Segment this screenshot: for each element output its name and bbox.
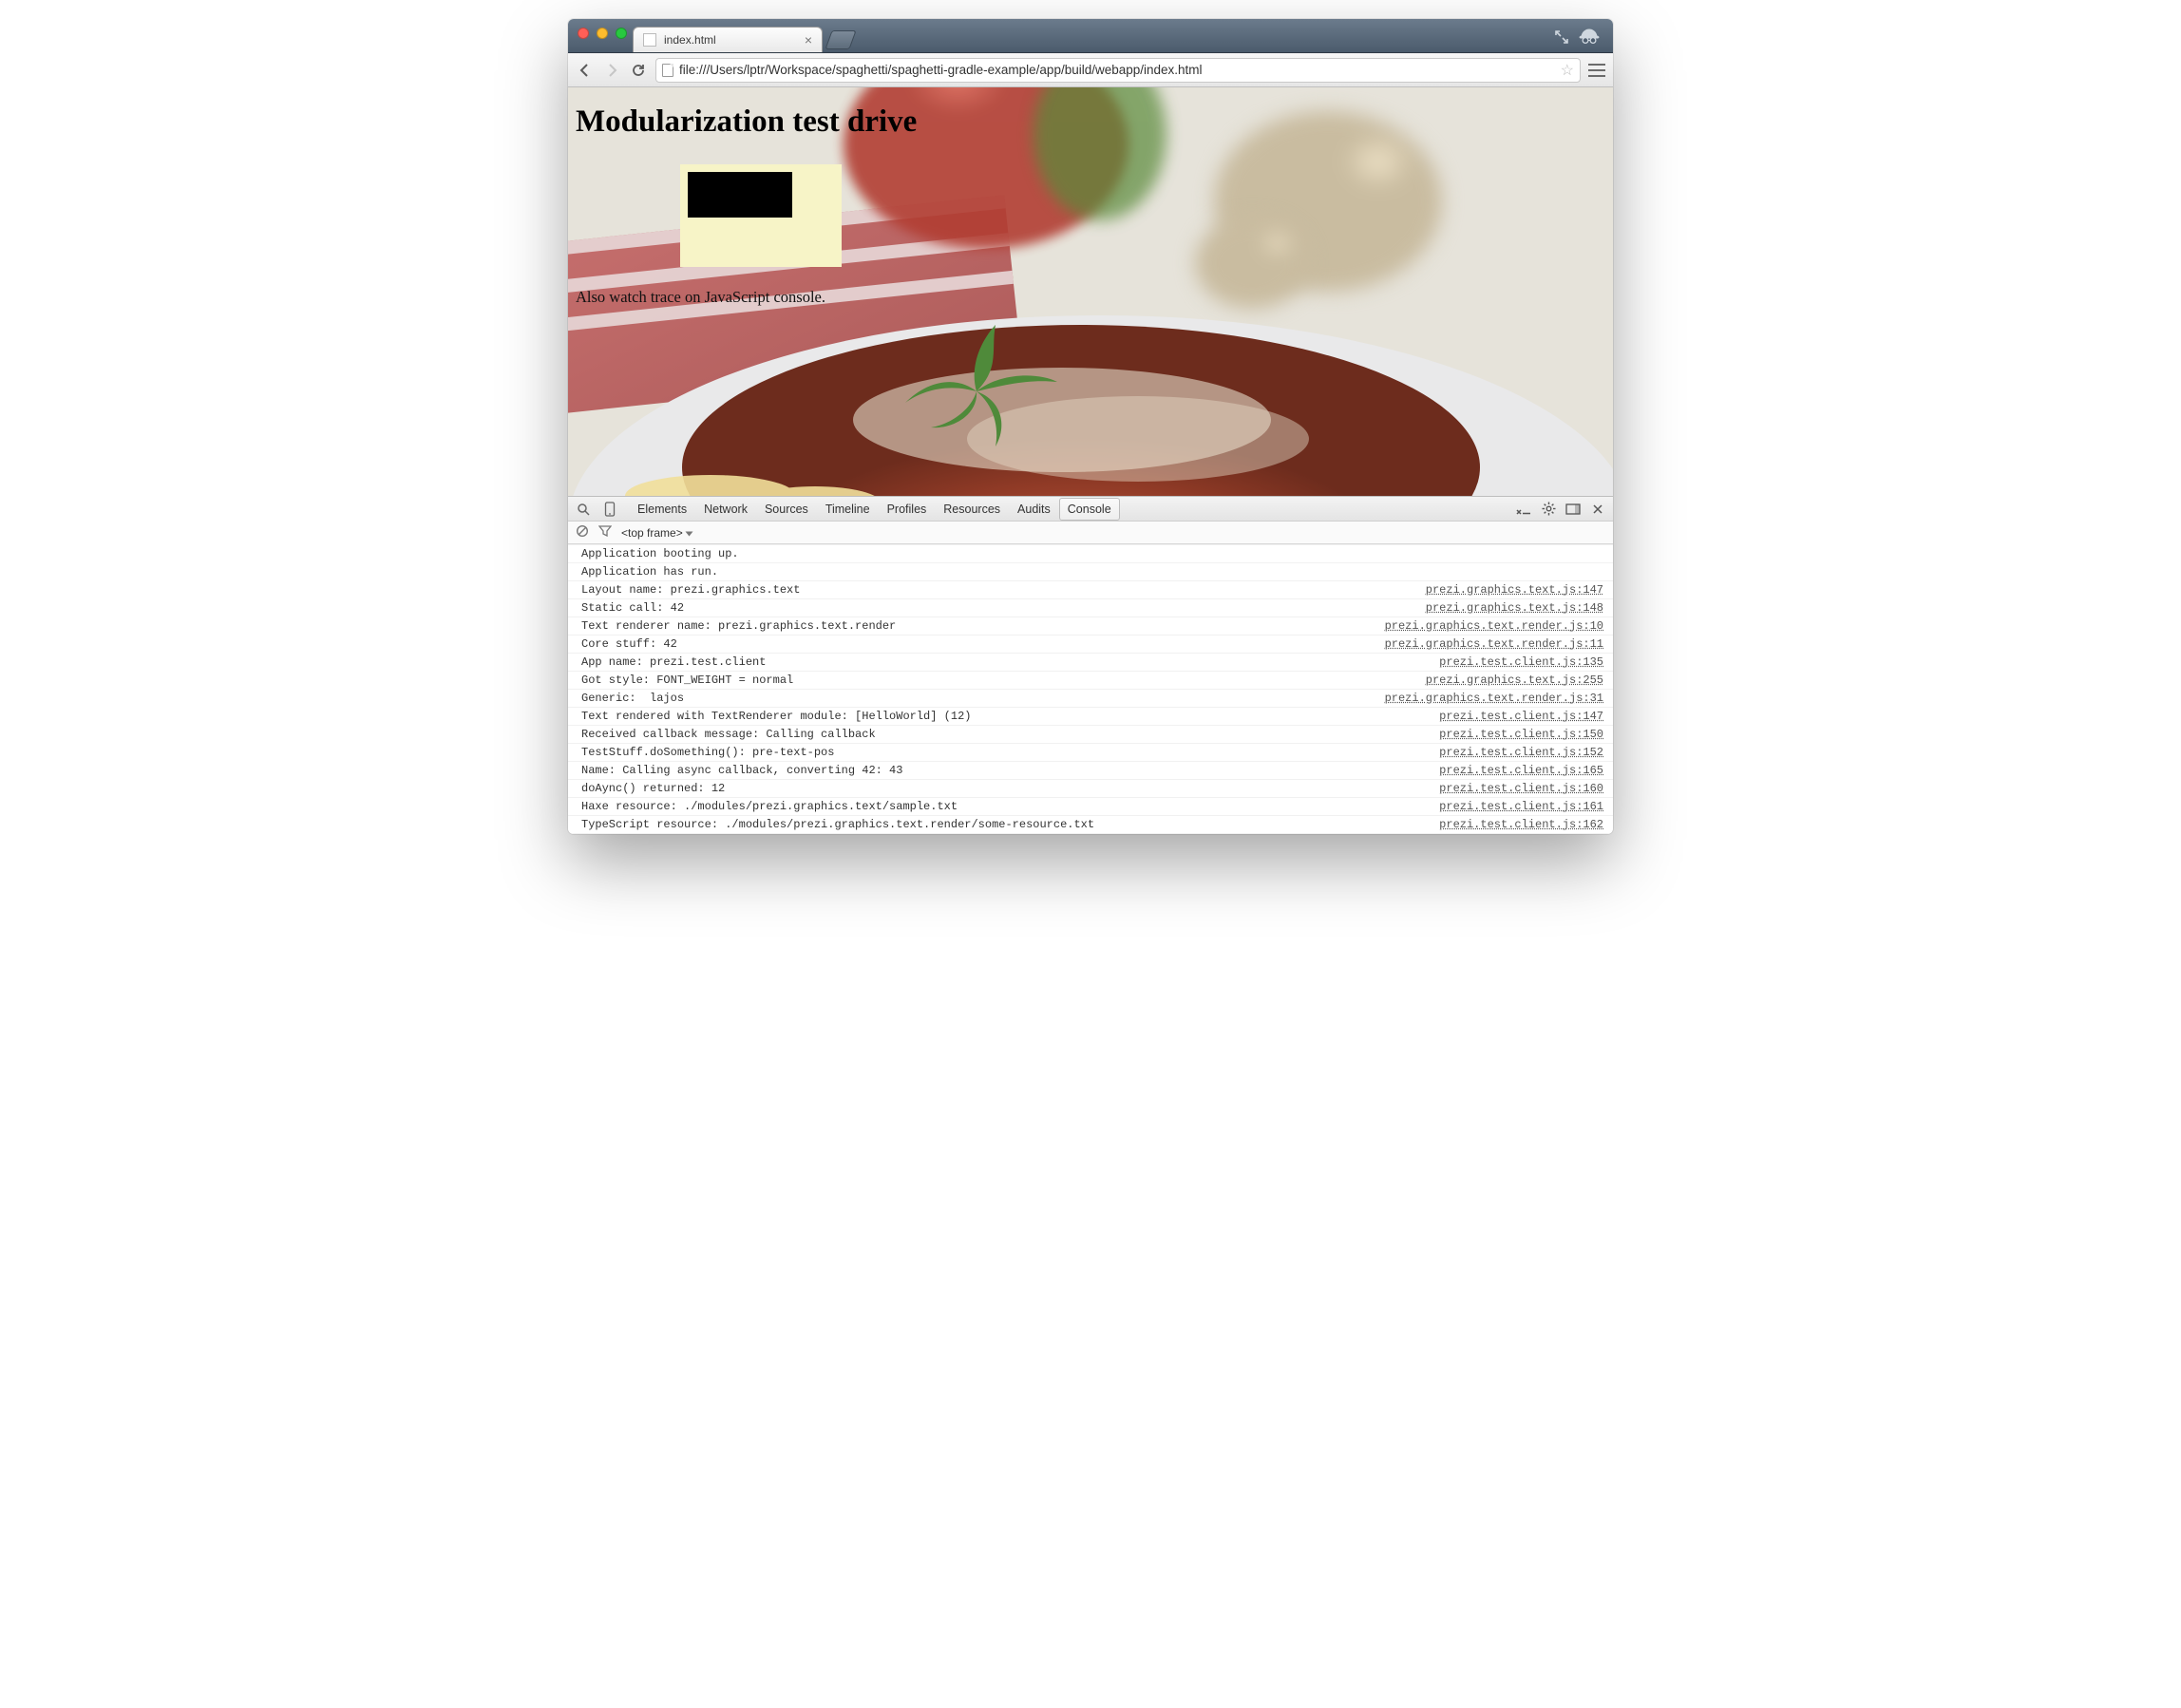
devtools-panel: ElementsNetworkSourcesTimelineProfilesRe… [568, 496, 1613, 834]
url-text: file:///Users/lptr/Workspace/spaghetti/s… [679, 63, 1203, 77]
console-source-link[interactable]: prezi.graphics.text.render.js:10 [1366, 619, 1603, 633]
devtools-tab-sources[interactable]: Sources [756, 498, 817, 521]
render-sample-rect [688, 172, 792, 218]
page-hint-text: Also watch trace on JavaScript console. [576, 288, 1605, 307]
console-source-link[interactable]: prezi.test.client.js:161 [1420, 800, 1603, 813]
console-source-link[interactable]: prezi.test.client.js:162 [1420, 818, 1603, 831]
devtools-tab-timeline[interactable]: Timeline [817, 498, 879, 521]
page-viewport: Modularization test drive Also watch tra… [568, 87, 1613, 496]
devtools-close-icon[interactable] [1590, 502, 1605, 517]
console-row: Application booting up. [568, 544, 1613, 563]
console-message: Layout name: prezi.graphics.text [581, 583, 1407, 597]
incognito-icon [1579, 28, 1600, 47]
browser-window: index.html × file:///Users/lp [568, 19, 1613, 834]
console-message: Core stuff: 42 [581, 637, 1366, 651]
console-source-link[interactable]: prezi.graphics.text.js:147 [1407, 583, 1603, 597]
render-target-box [680, 164, 842, 267]
devtools-tab-elements[interactable]: Elements [629, 498, 695, 521]
bookmark-star-icon[interactable]: ☆ [1561, 61, 1574, 80]
address-bar[interactable]: file:///Users/lptr/Workspace/spaghetti/s… [655, 58, 1581, 83]
window-controls [578, 28, 627, 39]
forward-button[interactable] [602, 61, 621, 80]
devtools-settings-icon[interactable] [1541, 502, 1556, 517]
window-titlebar: index.html × [568, 19, 1613, 53]
console-message: App name: prezi.test.client [581, 655, 1420, 669]
chevron-down-icon [685, 531, 692, 536]
console-source-link[interactable]: prezi.graphics.text.render.js:11 [1366, 637, 1603, 651]
console-message: Application booting up. [581, 547, 1603, 560]
console-message: Name: Calling async callback, converting… [581, 764, 1420, 777]
console-row: Text rendered with TextRenderer module: … [568, 708, 1613, 726]
page-icon [662, 64, 673, 77]
console-source-link[interactable]: prezi.test.client.js:160 [1420, 782, 1603, 795]
console-source-link[interactable]: prezi.test.client.js:165 [1420, 764, 1603, 777]
devtools-dock-icon[interactable] [1565, 502, 1581, 517]
console-source-link[interactable]: prezi.test.client.js:152 [1420, 746, 1603, 759]
console-row: Text renderer name: prezi.graphics.text.… [568, 617, 1613, 636]
console-subtoolbar: <top frame> [568, 522, 1613, 544]
devtools-tabbar: ElementsNetworkSourcesTimelineProfilesRe… [568, 497, 1613, 522]
inspect-element-icon[interactable] [576, 502, 591, 517]
console-row: Static call: 42prezi.graphics.text.js:14… [568, 599, 1613, 617]
frame-selector-label: <top frame> [621, 526, 683, 540]
console-clear-icon[interactable] [576, 524, 589, 541]
console-row: Received callback message: Calling callb… [568, 726, 1613, 744]
console-row: doAync() returned: 12prezi.test.client.j… [568, 780, 1613, 798]
console-message: Text rendered with TextRenderer module: … [581, 710, 1420, 723]
reload-button[interactable] [629, 61, 648, 80]
console-message: Generic: lajos [581, 692, 1366, 705]
console-source-link[interactable]: prezi.test.client.js:135 [1420, 655, 1603, 669]
console-source-link[interactable]: prezi.graphics.text.js:255 [1407, 674, 1603, 687]
back-button[interactable] [576, 61, 595, 80]
devtools-tab-console[interactable]: Console [1059, 498, 1120, 521]
console-row: Application has run. [568, 563, 1613, 581]
console-message: Static call: 42 [581, 601, 1407, 615]
console-message: Haxe resource: ./modules/prezi.graphics.… [581, 800, 1420, 813]
window-close-button[interactable] [578, 28, 589, 39]
console-row: Generic: lajosprezi.graphics.text.render… [568, 690, 1613, 708]
console-row: Got style: FONT_WEIGHT = normalprezi.gra… [568, 672, 1613, 690]
console-row: Name: Calling async callback, converting… [568, 762, 1613, 780]
devtools-drawer-icon[interactable] [1516, 502, 1531, 517]
console-message: TestStuff.doSomething(): pre-text-pos [581, 746, 1420, 759]
tab-close-button[interactable]: × [805, 32, 812, 47]
page-heading: Modularization test drive [576, 104, 1605, 140]
console-message: Got style: FONT_WEIGHT = normal [581, 674, 1407, 687]
devtools-tab-network[interactable]: Network [695, 498, 756, 521]
console-source-link[interactable]: prezi.test.client.js:147 [1420, 710, 1603, 723]
device-mode-icon[interactable] [602, 502, 617, 517]
console-row: TestStuff.doSomething(): pre-text-pospre… [568, 744, 1613, 762]
console-frame-selector[interactable]: <top frame> [621, 526, 692, 540]
console-output[interactable]: Application booting up. Application has r… [568, 544, 1613, 834]
console-row: Layout name: prezi.graphics.textprezi.gr… [568, 581, 1613, 599]
devtools-tab-profiles[interactable]: Profiles [879, 498, 936, 521]
window-zoom-button[interactable] [616, 28, 627, 39]
console-message: Received callback message: Calling callb… [581, 728, 1420, 741]
chrome-menu-button[interactable] [1588, 64, 1605, 77]
browser-tab[interactable]: index.html × [633, 27, 823, 52]
console-source-link[interactable]: prezi.graphics.text.js:148 [1407, 601, 1603, 615]
devtools-tab-audits[interactable]: Audits [1009, 498, 1059, 521]
console-row: App name: prezi.test.clientprezi.test.cl… [568, 654, 1613, 672]
console-source-link[interactable]: prezi.graphics.text.render.js:31 [1366, 692, 1603, 705]
new-tab-button[interactable] [825, 30, 856, 49]
console-message: Application has run. [581, 565, 1603, 579]
console-message: Text renderer name: prezi.graphics.text.… [581, 619, 1366, 633]
tab-title: index.html [664, 33, 716, 47]
tab-favicon [643, 33, 656, 47]
console-filter-icon[interactable] [598, 525, 612, 540]
console-message: TypeScript resource: ./modules/prezi.gra… [581, 818, 1420, 831]
console-row: Core stuff: 42prezi.graphics.text.render… [568, 636, 1613, 654]
window-minimize-button[interactable] [597, 28, 608, 39]
console-source-link[interactable]: prezi.test.client.js:150 [1420, 728, 1603, 741]
console-row: Haxe resource: ./modules/prezi.graphics.… [568, 798, 1613, 816]
console-row: TypeScript resource: ./modules/prezi.gra… [568, 816, 1613, 834]
fullscreen-icon[interactable] [1554, 29, 1569, 45]
console-message: doAync() returned: 12 [581, 782, 1420, 795]
devtools-tab-resources[interactable]: Resources [935, 498, 1009, 521]
browser-toolbar: file:///Users/lptr/Workspace/spaghetti/s… [568, 53, 1613, 87]
